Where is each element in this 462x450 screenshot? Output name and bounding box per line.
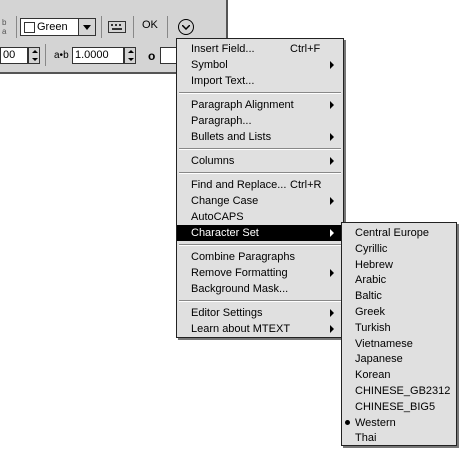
menu-item-label: Remove Formatting [191, 267, 288, 279]
menu-item-label: Change Case [191, 195, 259, 207]
menu-item-columns[interactable]: Columns [177, 153, 343, 169]
menu-item-find-and-replace[interactable]: Find and Replace... Ctrl+R [177, 177, 343, 193]
menu-item-paragraph[interactable]: Paragraph... [177, 113, 343, 129]
submenu-arrow-icon [330, 309, 334, 317]
charset-item-western[interactable]: Western [342, 415, 456, 431]
menu-item-autocaps[interactable]: AutoCAPS [177, 209, 343, 225]
line-spacing-field[interactable]: 00 [0, 47, 28, 64]
charset-item-label: Greek [355, 306, 385, 318]
chevron-down-icon[interactable] [78, 19, 95, 35]
charset-item-label: Vietnamese [355, 337, 413, 350]
menu-item-label: Columns [191, 155, 235, 167]
submenu-arrow-icon [330, 325, 334, 333]
charset-item-label: Arabic [355, 274, 387, 287]
menu-item-import-text[interactable]: Import Text... [177, 73, 343, 89]
charset-item-hebrew[interactable]: Hebrew [342, 257, 456, 273]
menu-separator [179, 148, 341, 150]
menu-item-combine-paragraphs[interactable]: Combine Paragraphs [177, 249, 343, 265]
menu-item-label: Insert Field... [191, 43, 255, 55]
menu-item-symbol[interactable]: Symbol [177, 57, 343, 73]
charset-item-chinese-gb2312[interactable]: CHINESE_GB2312 [342, 383, 456, 399]
charset-item-label: Hebrew [355, 258, 393, 271]
menu-separator [179, 172, 341, 174]
menu-item-shortcut: Ctrl+R [290, 179, 322, 191]
submenu-arrow-icon [330, 229, 334, 237]
keyboard-icon[interactable] [108, 21, 126, 33]
tracking-label: a•b [54, 50, 69, 61]
menu-item-label: Paragraph Alignment [191, 99, 294, 111]
menu-item-label: Editor Settings [191, 307, 263, 319]
menu-item-label: Bullets and Lists [191, 131, 272, 143]
menu-item-bullets-and-lists[interactable]: Bullets and Lists [177, 129, 343, 145]
submenu-arrow-icon [330, 101, 334, 109]
submenu-arrow-icon [330, 133, 334, 141]
menu-item-label: Paragraph... [191, 115, 252, 127]
charset-item-label: Baltic [355, 290, 382, 303]
menu-separator [179, 92, 341, 94]
charset-item-vietnamese[interactable]: Vietnamese [342, 336, 456, 352]
menu-item-character-set[interactable]: Character Set [177, 225, 343, 241]
menu-item-label: Combine Paragraphs [191, 251, 295, 263]
menu-separator [179, 244, 341, 246]
charset-item-label: CHINESE_BIG5 [355, 400, 436, 413]
charset-item-greek[interactable]: Greek [342, 304, 456, 320]
menu-item-learn-about-mtext[interactable]: Learn about MTEXT [177, 321, 343, 337]
menu-item-label: Symbol [191, 59, 228, 71]
toolbar-separator [167, 16, 168, 38]
charset-item-central-europe[interactable]: Central Europe [342, 225, 456, 241]
menu-item-background-mask[interactable]: Background Mask... [177, 281, 343, 297]
tracking-stepper[interactable] [124, 47, 136, 64]
menu-item-change-case[interactable]: Change Case [177, 193, 343, 209]
menu-item-remove-formatting[interactable]: Remove Formatting [177, 265, 343, 281]
line-spacing-stepper[interactable] [28, 47, 40, 64]
radio-bullet-icon [345, 419, 350, 425]
submenu-arrow-icon [330, 61, 334, 69]
stack-fraction-icon[interactable]: ba [2, 18, 6, 36]
submenu-arrow-icon [330, 157, 334, 165]
menu-separator [179, 300, 341, 302]
menu-item-shortcut: Ctrl+F [290, 43, 321, 55]
mtext-context-menu: Insert Field... Ctrl+F Symbol Import Text..… [176, 38, 344, 338]
menu-item-insert-field[interactable]: Insert Field... Ctrl+F [177, 41, 343, 57]
charset-item-label: Cyrillic [355, 242, 388, 255]
options-button[interactable] [178, 19, 194, 35]
charset-item-baltic[interactable]: Baltic [342, 288, 456, 304]
menu-item-label: Background Mask... [191, 283, 289, 295]
menu-item-label: Character Set [191, 227, 259, 239]
menu-item-editor-settings[interactable]: Editor Settings [177, 305, 343, 321]
charset-item-label: CHINESE_GB2312 [355, 385, 451, 397]
toolbar-separator [133, 16, 134, 38]
menu-item-label: Learn about MTEXT [191, 323, 291, 335]
menu-item-label: AutoCAPS [191, 211, 244, 223]
menu-item-label: Import Text... [191, 75, 255, 87]
color-swatch [24, 22, 35, 33]
charset-item-cyrillic[interactable]: Cyrillic [342, 241, 456, 257]
charset-item-label: Turkish [355, 321, 391, 334]
submenu-arrow-icon [330, 197, 334, 205]
toolbar-separator [101, 16, 102, 38]
character-set-submenu: Central Europe Cyrillic Hebrew Arabic Baltic… [341, 222, 457, 446]
charset-item-label: Central Europe [355, 227, 429, 239]
width-factor-icon: o [148, 49, 156, 63]
charset-item-label: Thai [355, 432, 377, 445]
charset-item-arabic[interactable]: Arabic [342, 272, 456, 288]
submenu-arrow-icon [330, 269, 334, 277]
menu-item-label: Find and Replace... [191, 179, 287, 191]
charset-item-japanese[interactable]: Japanese [342, 351, 456, 367]
menu-item-paragraph-alignment[interactable]: Paragraph Alignment [177, 97, 343, 113]
color-value: Green [37, 21, 68, 33]
tracking-field[interactable]: 1.0000 [72, 47, 124, 64]
chevron-down-icon [182, 24, 190, 30]
charset-item-label: Japanese [355, 353, 403, 366]
toolbar-separator [16, 16, 17, 38]
color-dropdown[interactable]: Green [20, 18, 96, 36]
ok-button[interactable]: OK [142, 19, 158, 31]
charset-item-chinese-big5[interactable]: CHINESE_BIG5 [342, 399, 456, 415]
charset-item-turkish[interactable]: Turkish [342, 320, 456, 336]
charset-item-label: Korean [355, 369, 391, 382]
charset-item-korean[interactable]: Korean [342, 367, 456, 383]
toolbar-separator [45, 44, 46, 66]
charset-item-thai[interactable]: Thai [342, 430, 456, 446]
charset-item-label: Western [355, 416, 396, 429]
